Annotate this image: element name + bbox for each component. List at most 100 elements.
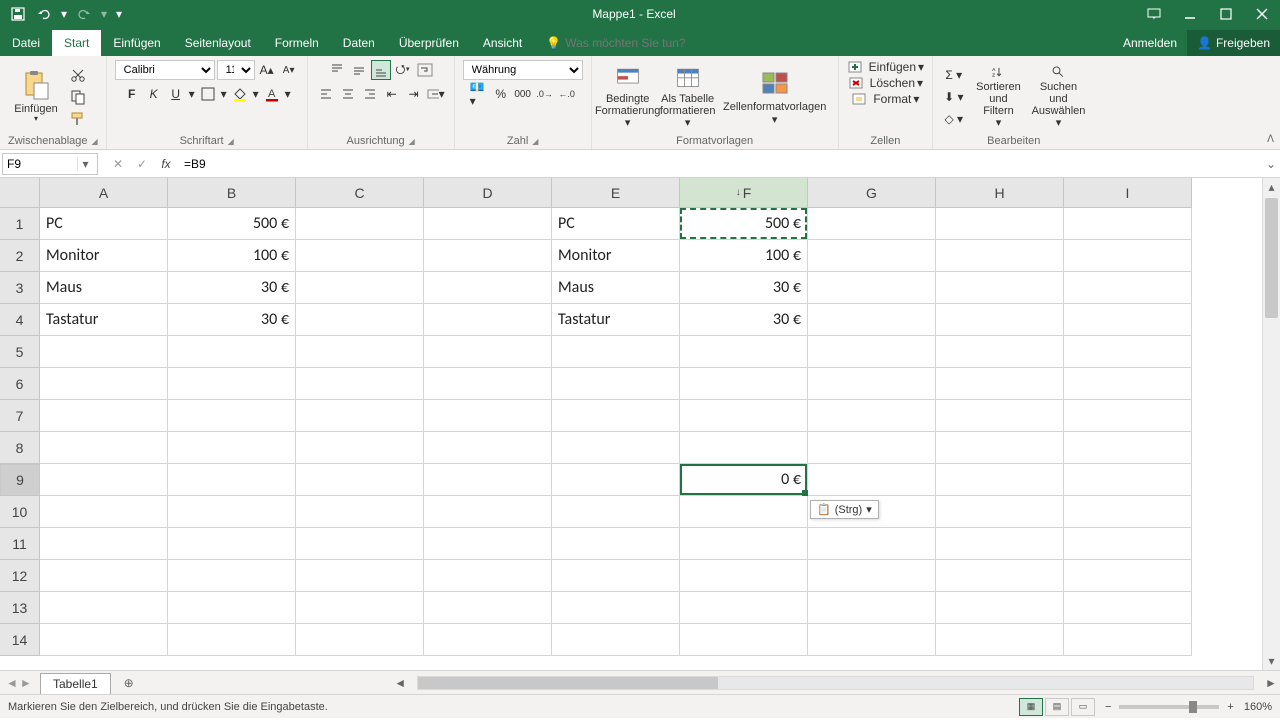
cell-G14[interactable] — [808, 624, 936, 656]
cell-H2[interactable] — [936, 240, 1064, 272]
cell-C10[interactable] — [296, 496, 424, 528]
name-box[interactable]: ▾ — [2, 153, 98, 175]
align-center-icon[interactable] — [338, 84, 358, 104]
cell-E5[interactable] — [552, 336, 680, 368]
horizontal-scroll-thumb[interactable] — [418, 677, 718, 689]
format-cells-button[interactable]: Format ▾ — [851, 92, 919, 106]
cell-H1[interactable] — [936, 208, 1064, 240]
column-header-A[interactable]: A — [40, 178, 168, 208]
zoom-out-icon[interactable]: − — [1105, 701, 1111, 713]
cell-C13[interactable] — [296, 592, 424, 624]
cell-D3[interactable] — [424, 272, 552, 304]
tab-start[interactable]: Start — [52, 30, 101, 56]
column-header-F[interactable]: ↓F — [680, 178, 808, 208]
minimize-icon[interactable] — [1172, 0, 1208, 28]
cell-D7[interactable] — [424, 400, 552, 432]
cell-H4[interactable] — [936, 304, 1064, 336]
row-header-3[interactable]: 3 — [0, 272, 40, 304]
tab-formulas[interactable]: Formeln — [263, 30, 331, 56]
maximize-icon[interactable] — [1208, 0, 1244, 28]
delete-cells-button[interactable]: Löschen ▾ — [848, 76, 923, 90]
column-header-E[interactable]: E — [552, 178, 680, 208]
name-box-dropdown-icon[interactable]: ▾ — [77, 157, 93, 171]
cell-F1[interactable]: 500 € — [680, 208, 808, 240]
align-bottom-icon[interactable] — [371, 60, 391, 80]
redo-dropdown-icon[interactable]: ▾ — [100, 4, 108, 24]
zoom-handle[interactable] — [1189, 701, 1197, 713]
tab-insert[interactable]: Einfügen — [101, 30, 172, 56]
sign-in-link[interactable]: Anmelden — [1113, 30, 1187, 56]
border-dropdown-icon[interactable]: ▾ — [220, 84, 228, 104]
row-header-14[interactable]: 14 — [0, 624, 40, 656]
cell-F6[interactable] — [680, 368, 808, 400]
cell-E4[interactable]: Tastatur — [552, 304, 680, 336]
thousands-icon[interactable]: 000 — [513, 84, 533, 104]
decrease-decimal-icon[interactable]: ←.0 — [557, 84, 577, 104]
row-header-7[interactable]: 7 — [0, 400, 40, 432]
cell-E1[interactable]: PC — [552, 208, 680, 240]
cell-I4[interactable] — [1064, 304, 1192, 336]
cell-A12[interactable] — [40, 560, 168, 592]
cell-H8[interactable] — [936, 432, 1064, 464]
cell-A13[interactable] — [40, 592, 168, 624]
border-icon[interactable] — [198, 84, 218, 104]
name-box-input[interactable] — [3, 157, 77, 171]
column-header-I[interactable]: I — [1064, 178, 1192, 208]
italic-button[interactable]: K — [144, 84, 164, 104]
column-header-G[interactable]: G — [808, 178, 936, 208]
redo-icon[interactable] — [74, 4, 94, 24]
cell-C4[interactable] — [296, 304, 424, 336]
cell-B11[interactable] — [168, 528, 296, 560]
tab-page-layout[interactable]: Seitenlayout — [173, 30, 263, 56]
cell-D9[interactable] — [424, 464, 552, 496]
cell-A2[interactable]: Monitor — [40, 240, 168, 272]
cell-A6[interactable] — [40, 368, 168, 400]
cell-B5[interactable] — [168, 336, 296, 368]
cell-G8[interactable] — [808, 432, 936, 464]
percent-icon[interactable]: % — [491, 84, 511, 104]
cell-F12[interactable] — [680, 560, 808, 592]
cell-D4[interactable] — [424, 304, 552, 336]
cell-E7[interactable] — [552, 400, 680, 432]
cell-D10[interactable] — [424, 496, 552, 528]
row-header-12[interactable]: 12 — [0, 560, 40, 592]
enter-formula-icon[interactable]: ✓ — [130, 153, 154, 175]
row-header-2[interactable]: 2 — [0, 240, 40, 272]
cell-D11[interactable] — [424, 528, 552, 560]
column-header-C[interactable]: C — [296, 178, 424, 208]
expand-formula-bar-icon[interactable]: ⌄ — [1262, 157, 1280, 171]
cell-A10[interactable] — [40, 496, 168, 528]
cell-A11[interactable] — [40, 528, 168, 560]
cell-C7[interactable] — [296, 400, 424, 432]
view-page-layout-icon[interactable]: ▤ — [1045, 698, 1069, 716]
cell-E6[interactable] — [552, 368, 680, 400]
font-size-select[interactable]: 11 — [217, 60, 255, 80]
cell-B2[interactable]: 100 € — [168, 240, 296, 272]
cell-I7[interactable] — [1064, 400, 1192, 432]
cell-F14[interactable] — [680, 624, 808, 656]
cell-I12[interactable] — [1064, 560, 1192, 592]
cell-B14[interactable] — [168, 624, 296, 656]
increase-font-icon[interactable]: A▴ — [257, 60, 277, 80]
cell-C2[interactable] — [296, 240, 424, 272]
cell-E13[interactable] — [552, 592, 680, 624]
cell-A3[interactable]: Maus — [40, 272, 168, 304]
fill-icon[interactable]: ⬇ ▾ — [941, 87, 966, 107]
cell-I6[interactable] — [1064, 368, 1192, 400]
cell-G13[interactable] — [808, 592, 936, 624]
cell-G7[interactable] — [808, 400, 936, 432]
sheet-next-icon[interactable]: ► — [20, 676, 32, 690]
increase-decimal-icon[interactable]: .0→ — [535, 84, 555, 104]
cell-H12[interactable] — [936, 560, 1064, 592]
cell-G3[interactable] — [808, 272, 936, 304]
cell-I1[interactable] — [1064, 208, 1192, 240]
cancel-formula-icon[interactable]: ✕ — [106, 153, 130, 175]
cell-A1[interactable]: PC — [40, 208, 168, 240]
cell-I14[interactable] — [1064, 624, 1192, 656]
decrease-font-icon[interactable]: A▾ — [279, 60, 299, 80]
cell-G4[interactable] — [808, 304, 936, 336]
wrap-text-icon[interactable] — [415, 60, 435, 80]
bold-button[interactable]: F — [122, 84, 142, 104]
underline-button[interactable]: U — [166, 84, 186, 104]
cell-F2[interactable]: 100 € — [680, 240, 808, 272]
